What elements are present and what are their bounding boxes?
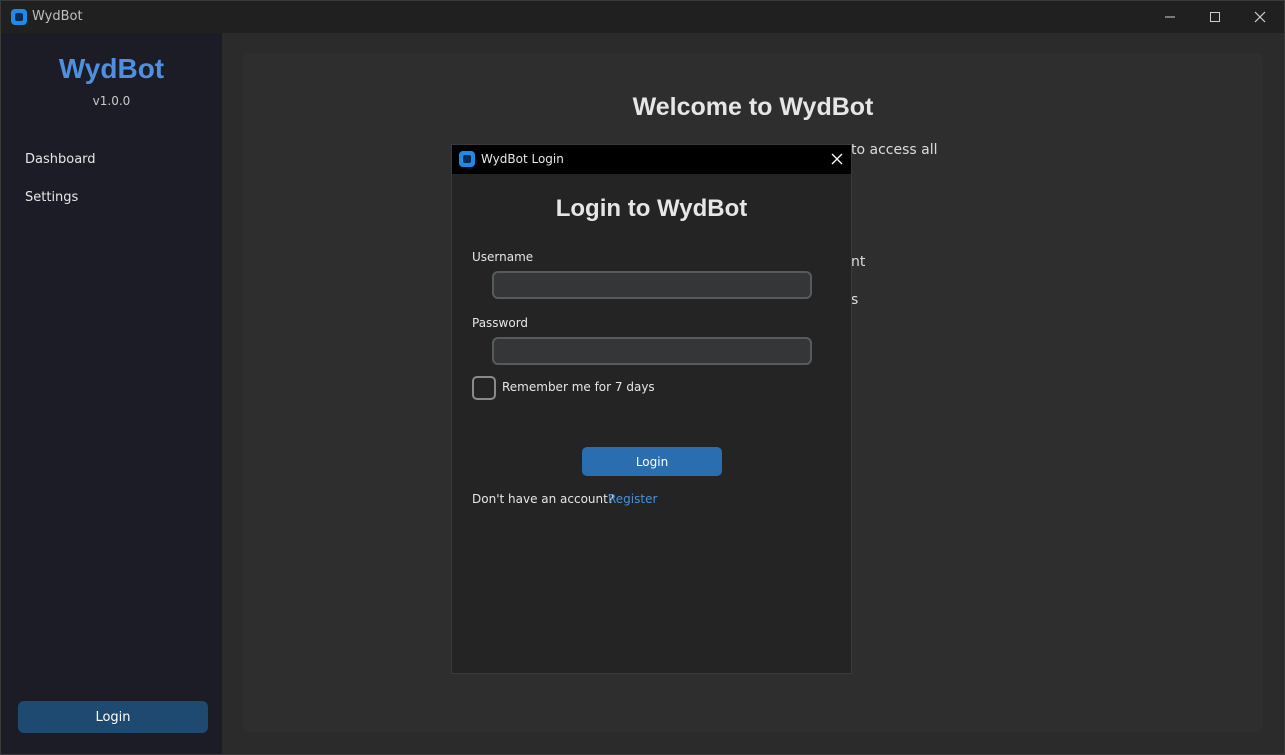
username-input[interactable] [492, 271, 812, 299]
window-title: WydBot [32, 9, 83, 24]
brand-title: WydBot [58, 53, 165, 84]
window-titlebar: WydBot [1, 1, 1284, 33]
close-icon [1254, 11, 1266, 23]
remember-me-checkbox[interactable] [472, 376, 496, 400]
welcome-text-fragment: to access all [851, 142, 938, 158]
minimize-button[interactable] [1147, 1, 1193, 33]
sidebar-item-settings[interactable]: Settings [25, 190, 78, 205]
password-label: Password [472, 316, 529, 330]
login-button[interactable]: Login [582, 447, 722, 476]
no-account-text: Don't have an account? [472, 492, 615, 506]
sidebar-item-dashboard[interactable]: Dashboard [25, 152, 96, 167]
dialog-title: WydBot Login [481, 152, 564, 166]
feature-text-fragment: nt [851, 254, 866, 270]
sidebar-login-button[interactable]: Login [18, 701, 208, 733]
sidebar: WydBot v1.0.0 Dashboard Settings Login [1, 33, 222, 754]
login-dialog: WydBot Login Login to WydBot Username Pa… [451, 144, 852, 674]
welcome-title: Welcome to WydBot [632, 93, 874, 121]
register-link[interactable]: Register [608, 492, 657, 506]
close-icon [831, 153, 843, 165]
close-button[interactable] [1237, 1, 1283, 33]
minimize-icon [1165, 16, 1175, 18]
username-label: Username [472, 250, 534, 264]
password-input[interactable] [492, 337, 812, 365]
dialog-close-button[interactable] [824, 145, 852, 174]
dialog-heading: Login to WydBot [555, 195, 748, 222]
remember-me-label[interactable]: Remember me for 7 days [502, 380, 655, 394]
maximize-icon [1210, 12, 1220, 22]
maximize-button[interactable] [1192, 1, 1238, 33]
version-label: v1.0.0 [92, 94, 131, 108]
app-window: WydBot WydBot v1.0.0 Dashboard Settings … [0, 0, 1285, 755]
dialog-titlebar: WydBot Login [452, 145, 851, 174]
feature-text-fragment: s [851, 292, 859, 308]
app-logo-icon [459, 151, 475, 167]
app-logo-icon [11, 9, 27, 25]
